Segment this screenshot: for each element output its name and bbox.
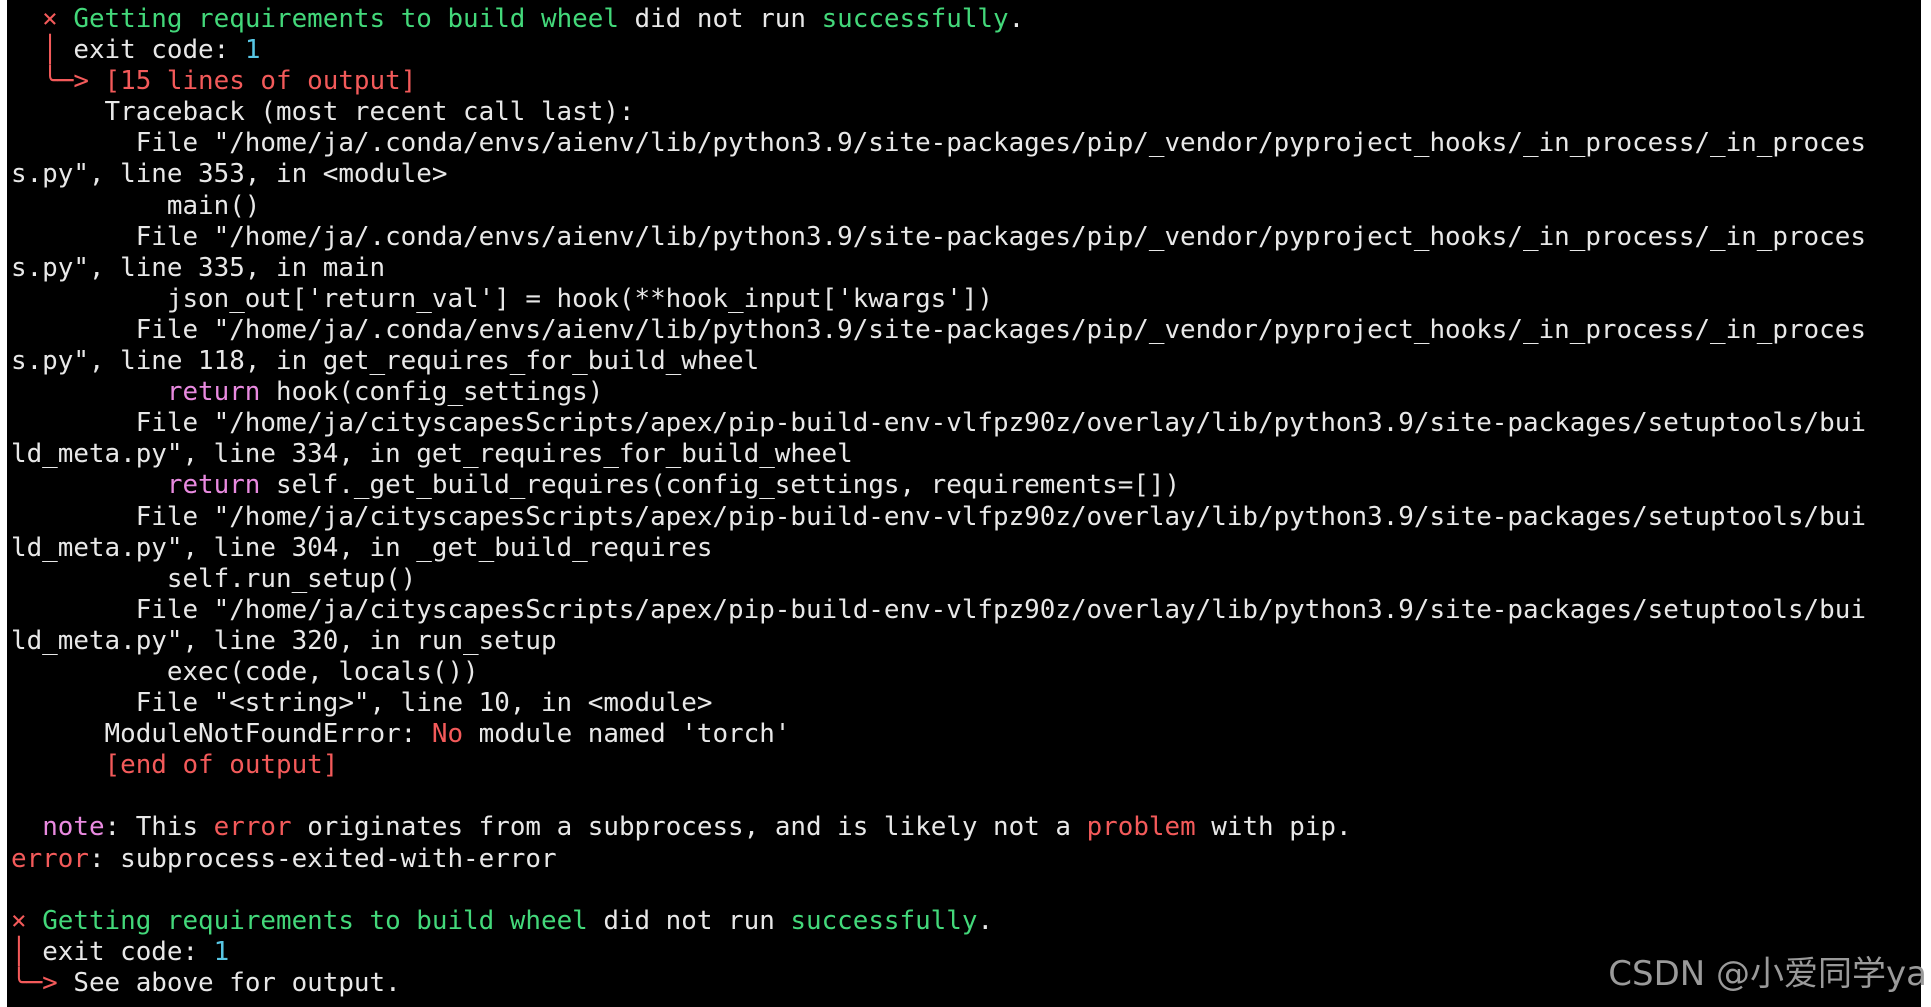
terminal-line: ModuleNotFoundError: No module named 'to… (11, 719, 1921, 750)
terminal-text: File "/home/ja/cityscapesScripts/apex/pi… (11, 594, 1866, 625)
terminal-text: │ (11, 35, 74, 66)
terminal-line: File "<string>", line 10, in <module> (11, 688, 1921, 719)
terminal-text: ╰─> (11, 66, 105, 97)
terminal-text: exit code: (42, 936, 214, 967)
terminal-text: 1 (244, 35, 261, 66)
terminal-text: return (166, 470, 261, 501)
terminal-text: s.py", line 353, in <module> (11, 159, 448, 190)
terminal-line: × Getting requirements to build wheel di… (11, 906, 1921, 937)
terminal-line: self.run_setup() (11, 564, 1921, 595)
terminal-text: ModuleNotFoundError: (11, 719, 432, 750)
terminal-line: File "/home/ja/cityscapesScripts/apex/pi… (11, 502, 1921, 533)
terminal-line: │ exit code: 1 (11, 35, 1921, 66)
terminal-text: │ (11, 936, 43, 967)
terminal-text: successfully (790, 905, 978, 936)
terminal-text: [15 lines of output] (104, 66, 417, 97)
terminal-text: ╰─> (11, 967, 74, 998)
terminal-line: ld_meta.py", line 304, in _get_build_req… (11, 533, 1921, 564)
terminal-text: ld_meta.py", line 304, in _get_build_req… (11, 532, 713, 563)
terminal-text: successfully (821, 4, 1009, 34)
terminal-line: File "/home/ja/cityscapesScripts/apex/pi… (11, 408, 1921, 439)
terminal-text: hook(config_settings) (260, 377, 604, 408)
terminal-line: File "/home/ja/.conda/envs/aienv/lib/pyt… (11, 128, 1921, 159)
terminal-text: See above for output. (73, 967, 401, 998)
terminal-text: × (11, 905, 43, 936)
terminal-line: s.py", line 353, in <module> (11, 159, 1921, 190)
terminal-line: error: subprocess-exited-with-error (11, 844, 1921, 875)
terminal-text: exit code: (73, 35, 245, 66)
terminal-line: main() (11, 191, 1921, 222)
terminal-line: Traceback (most recent call last): (11, 97, 1921, 128)
terminal-text: main() (11, 190, 261, 221)
terminal-text: : subprocess-exited-with-error (88, 843, 557, 874)
terminal-line: ╰─> [15 lines of output] (11, 66, 1921, 97)
terminal-text: [end of output] (104, 750, 339, 781)
terminal-text: note (42, 812, 105, 843)
terminal-text: exec(code, locals()) (11, 656, 479, 687)
terminal-text: problem (1086, 812, 1196, 843)
terminal-text: self.run_setup() (11, 563, 417, 594)
terminal-line: s.py", line 335, in main (11, 253, 1921, 284)
terminal-text: did not run (587, 905, 791, 936)
terminal-text: ld_meta.py", line 334, in get_requires_f… (11, 439, 853, 470)
terminal-text: . (977, 905, 994, 936)
terminal-text: did not run (618, 4, 822, 34)
terminal-text: File "/home/ja/.conda/envs/aienv/lib/pyt… (11, 314, 1866, 345)
terminal-text: json_out['return_val'] = hook(**hook_inp… (11, 283, 994, 314)
terminal-text: return (166, 377, 261, 408)
terminal-text: File "/home/ja/cityscapesScripts/apex/pi… (11, 501, 1866, 532)
terminal-line: ld_meta.py", line 334, in get_requires_f… (11, 439, 1921, 470)
terminal-text: File "/home/ja/.conda/envs/aienv/lib/pyt… (11, 128, 1866, 159)
terminal-line: × Getting requirements to build wheel di… (11, 4, 1921, 35)
terminal-text: s.py", line 118, in get_requires_for_bui… (11, 346, 760, 377)
terminal-line: File "/home/ja/cityscapesScripts/apex/pi… (11, 595, 1921, 626)
terminal-text: . (1008, 4, 1025, 34)
terminal-line: json_out['return_val'] = hook(**hook_inp… (11, 284, 1921, 315)
terminal-text: Traceback (most recent call last): (11, 97, 635, 128)
terminal-line: s.py", line 118, in get_requires_for_bui… (11, 346, 1921, 377)
terminal-output: × Getting requirements to build wheel di… (7, 0, 1921, 999)
terminal-text: module named 'torch' (463, 719, 791, 750)
terminal-text: No (431, 719, 464, 750)
terminal-text: error (11, 843, 89, 874)
terminal-line: [end of output] (11, 750, 1921, 781)
terminal-line: File "/home/ja/.conda/envs/aienv/lib/pyt… (11, 315, 1921, 346)
terminal-text: File "/home/ja/.conda/envs/aienv/lib/pyt… (11, 221, 1866, 252)
terminal-text: File "/home/ja/cityscapesScripts/apex/pi… (11, 408, 1866, 439)
terminal-text: File "<string>", line 10, in <module> (11, 688, 713, 719)
terminal-window[interactable]: × Getting requirements to build wheel di… (7, 0, 1921, 1007)
terminal-text: error (213, 812, 292, 843)
terminal-line: return hook(config_settings) (11, 377, 1921, 408)
terminal-text: × (11, 4, 74, 34)
terminal-text: originates from a subprocess, and is lik… (291, 812, 1087, 843)
terminal-text: self._get_build_requires(config_settings… (260, 470, 1181, 501)
terminal-text: Getting requirements to build wheel (42, 905, 588, 936)
terminal-line: note: This error originates from a subpr… (11, 812, 1921, 843)
terminal-text: Getting requirements to build wheel (73, 4, 619, 34)
terminal-line: File "/home/ja/.conda/envs/aienv/lib/pyt… (11, 222, 1921, 253)
terminal-line (11, 781, 1921, 812)
terminal-line: return self._get_build_requires(config_s… (11, 470, 1921, 501)
terminal-line: exec(code, locals()) (11, 657, 1921, 688)
terminal-text: with pip. (1195, 812, 1352, 843)
watermark: CSDN @小爱同学ya (1608, 954, 1927, 994)
terminal-text: ld_meta.py", line 320, in run_setup (11, 625, 557, 656)
terminal-line (11, 875, 1921, 906)
terminal-line: ld_meta.py", line 320, in run_setup (11, 626, 1921, 657)
terminal-text: : This (104, 812, 214, 843)
terminal-text: 1 (213, 936, 230, 967)
terminal-text: s.py", line 335, in main (11, 252, 386, 283)
